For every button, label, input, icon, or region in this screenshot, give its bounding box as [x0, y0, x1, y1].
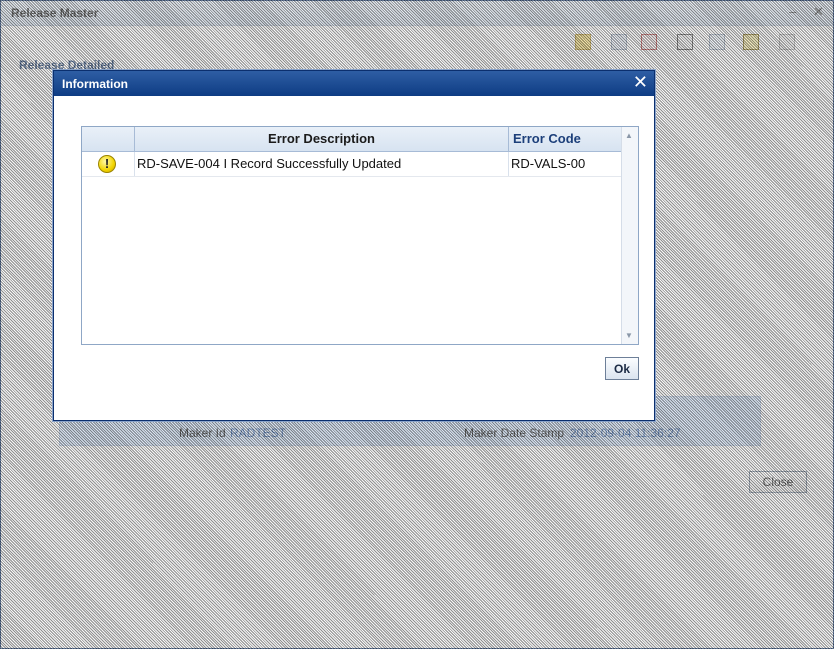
- new-icon[interactable]: [575, 34, 591, 50]
- dialog-title: Information: [62, 77, 128, 91]
- header-error-code[interactable]: Error Code: [509, 127, 622, 151]
- scroll-up-icon[interactable]: ▲: [625, 131, 633, 140]
- print-icon[interactable]: [677, 34, 693, 50]
- header-error-description[interactable]: Error Description: [135, 127, 509, 151]
- dialog-titlebar: Information ✕: [54, 71, 654, 96]
- window-close-icon[interactable]: ✕: [813, 5, 824, 19]
- delete-icon[interactable]: [641, 34, 657, 50]
- grid-header: Error Description Error Code: [82, 127, 622, 152]
- window-titlebar: Release Master – ✕: [1, 1, 833, 26]
- edit-icon[interactable]: [709, 34, 725, 50]
- information-dialog: Information ✕ Error Description Error Co…: [53, 70, 655, 421]
- table-row[interactable]: ! RD-SAVE-004 I Record Successfully Upda…: [82, 152, 622, 177]
- grid-scrollbar[interactable]: ▲ ▼: [621, 127, 638, 344]
- warning-icon: !: [98, 155, 116, 173]
- close-button[interactable]: Close: [749, 471, 807, 493]
- row-error-description: RD-SAVE-004 I Record Successfully Update…: [135, 152, 509, 176]
- row-error-code: RD-VALS-00: [511, 156, 586, 171]
- maker-date-label: Maker Date Stamp: [464, 426, 565, 440]
- unlock-icon[interactable]: [743, 34, 759, 50]
- row-icon-cell: !: [82, 152, 135, 176]
- help-icon[interactable]: [779, 34, 795, 50]
- maker-id-value: RADTEST: [230, 426, 287, 440]
- scroll-down-icon[interactable]: ▼: [625, 331, 633, 340]
- copy-icon[interactable]: [611, 34, 627, 50]
- maker-id-label: Maker Id: [179, 426, 226, 440]
- window-title: Release Master: [11, 6, 99, 20]
- maker-date-value: 2012-09-04 11:36:27: [570, 426, 681, 440]
- minimize-icon[interactable]: –: [789, 5, 796, 19]
- ok-button[interactable]: Ok: [605, 357, 639, 380]
- header-icon-column: [82, 127, 135, 151]
- dialog-close-icon[interactable]: ✕: [633, 73, 648, 93]
- error-grid: Error Description Error Code ! RD-SAVE-0…: [81, 126, 639, 345]
